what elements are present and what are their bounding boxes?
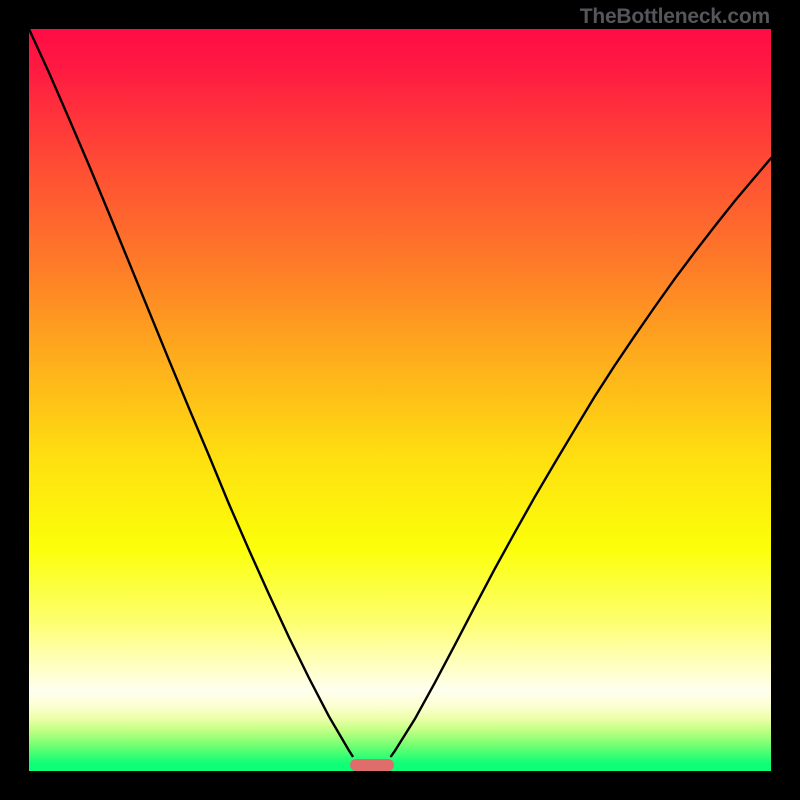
chart-frame: TheBottleneck.com — [0, 0, 800, 800]
left-curve — [29, 29, 353, 756]
bottleneck-marker — [350, 759, 394, 771]
watermark-text: TheBottleneck.com — [580, 5, 770, 29]
plot-area — [29, 29, 771, 771]
curve-layer — [29, 29, 771, 771]
right-curve — [391, 158, 771, 756]
